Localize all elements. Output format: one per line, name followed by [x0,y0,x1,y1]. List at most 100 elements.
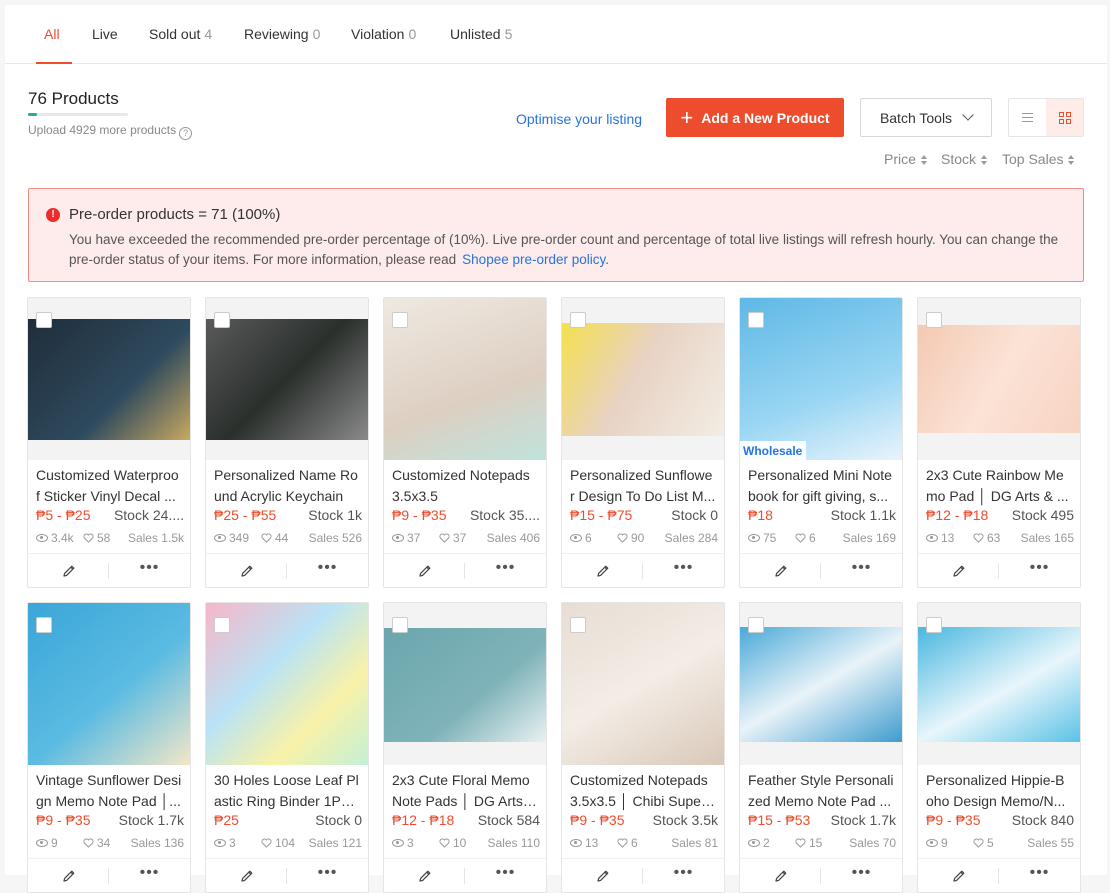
edit-button[interactable] [740,554,821,587]
edit-button[interactable] [918,554,999,587]
product-image[interactable] [384,603,546,765]
sort-price[interactable]: Price [884,151,928,167]
select-checkbox[interactable] [36,617,52,633]
product-card[interactable]: Vintage Sunflower Desi gn Memo Note Pad … [27,602,191,893]
product-image[interactable] [562,298,724,460]
heart-icon [439,838,450,848]
edit-button[interactable] [740,859,821,892]
product-card[interactable]: Wholesale Personalized Mini Note book fo… [739,297,903,588]
more-options-button[interactable]: ••• [999,859,1080,892]
edit-button[interactable] [562,554,643,587]
edit-button[interactable] [28,859,109,892]
edit-button[interactable] [206,554,287,587]
edit-button[interactable] [384,859,465,892]
more-options-button[interactable]: ••• [643,554,724,587]
more-options-button[interactable]: ••• [821,859,902,892]
list-icon [1022,110,1033,125]
card-actions: ••• [206,553,368,587]
select-checkbox[interactable] [36,312,52,328]
more-options-button[interactable]: ••• [287,554,368,587]
product-card[interactable]: Feather Style Personali zed Memo Note Pa… [739,602,903,893]
product-card[interactable]: Personalized Sunflowe r Design To Do Lis… [561,297,725,588]
eye-icon [36,534,48,542]
product-stock: Stock 1.7k [830,812,896,828]
more-options-button[interactable]: ••• [643,859,724,892]
tab-violation[interactable]: Violation 0 [351,5,416,63]
select-checkbox[interactable] [748,617,764,633]
tab-sold-out[interactable]: Sold out 4 [149,5,212,63]
product-image[interactable] [562,603,724,765]
grid-view-button[interactable] [1046,99,1083,136]
product-image[interactable] [28,603,190,765]
product-card[interactable]: Customized Notepads 3.5x3.5 ₱9 - ₱35 Sto… [383,297,547,588]
stats-row: 9 34 Sales 136 [36,836,184,852]
product-image[interactable] [384,298,546,460]
eye-icon [748,534,760,542]
select-checkbox[interactable] [926,617,942,633]
tab-reviewing[interactable]: Reviewing 0 [244,5,320,63]
tab-live[interactable]: Live [92,5,122,63]
likes-stat: 34 [83,836,110,850]
product-count-title: 76 Products [28,89,119,108]
select-checkbox[interactable] [748,312,764,328]
product-title[interactable]: Personalized Hippie-B oho Design Memo/N.… [926,770,1072,812]
list-view-button[interactable] [1009,99,1046,136]
add-new-product-button[interactable]: + Add a New Product [666,98,844,137]
product-card[interactable]: Personalized Name Ro und Acrylic Keychai… [205,297,369,588]
more-options-button[interactable]: ••• [465,554,546,587]
product-title[interactable]: Vintage Sunflower Desi gn Memo Note Pad … [36,770,182,812]
select-checkbox[interactable] [214,312,230,328]
tab-unlisted[interactable]: Unlisted 5 [450,5,512,63]
product-card[interactable]: 30 Holes Loose Leaf Pl astic Ring Binder… [205,602,369,893]
edit-button[interactable] [206,859,287,892]
batch-tools-dropdown[interactable]: Batch Tools [860,98,992,137]
edit-button[interactable] [562,859,643,892]
product-title[interactable]: 2x3 Cute Floral Memo Note Pads │ DG Arts… [392,770,538,812]
product-card[interactable]: Personalized Hippie-B oho Design Memo/N.… [917,602,1081,893]
more-options-button[interactable]: ••• [109,859,190,892]
edit-button[interactable] [918,859,999,892]
product-image[interactable] [918,298,1080,460]
product-image[interactable] [206,298,368,460]
product-card[interactable]: 2x3 Cute Rainbow Me mo Pad │ DG Arts & .… [917,297,1081,588]
more-options-button[interactable]: ••• [465,859,546,892]
product-title[interactable]: Customized Notepads 3.5x3.5 │ Chibi Supe… [570,770,716,812]
edit-button[interactable] [384,554,465,587]
preorder-policy-link[interactable]: Shopee pre-order policy [462,252,605,267]
product-card[interactable]: Customized Waterproo f Sticker Vinyl Dec… [27,297,191,588]
product-title[interactable]: Personalized Name Ro und Acrylic Keychai… [214,465,360,507]
product-title[interactable]: Customized Notepads 3.5x3.5 [392,465,538,507]
product-image[interactable]: Wholesale [740,298,902,460]
more-options-button[interactable]: ••• [999,554,1080,587]
product-title[interactable]: Feather Style Personali zed Memo Note Pa… [748,770,894,812]
product-image[interactable] [28,298,190,460]
product-card[interactable]: 2x3 Cute Floral Memo Note Pads │ DG Arts… [383,602,547,893]
sort-stock[interactable]: Stock [941,151,988,167]
product-card[interactable]: Customized Notepads 3.5x3.5 │ Chibi Supe… [561,602,725,893]
select-checkbox[interactable] [392,617,408,633]
product-title[interactable]: 30 Holes Loose Leaf Pl astic Ring Binder… [214,770,360,812]
select-checkbox[interactable] [926,312,942,328]
help-icon[interactable]: ? [179,127,193,140]
more-options-button[interactable]: ••• [287,859,368,892]
product-title-line1: Personalized Mini Note [748,467,892,483]
tab-all[interactable]: All [36,5,71,64]
select-checkbox[interactable] [214,617,230,633]
product-title[interactable]: 2x3 Cute Rainbow Me mo Pad │ DG Arts & .… [926,465,1072,507]
product-title[interactable]: Customized Waterproo f Sticker Vinyl Dec… [36,465,182,507]
product-title[interactable]: Personalized Sunflowe r Design To Do Lis… [570,465,716,507]
views-stat: 6 [570,531,592,545]
product-image[interactable] [740,603,902,765]
more-options-button[interactable]: ••• [109,554,190,587]
select-checkbox[interactable] [570,312,586,328]
select-checkbox[interactable] [570,617,586,633]
sort-top-sales[interactable]: Top Sales [1002,151,1075,167]
more-options-button[interactable]: ••• [821,554,902,587]
product-image[interactable] [918,603,1080,765]
select-checkbox[interactable] [392,312,408,328]
product-title[interactable]: Personalized Mini Note book for gift giv… [748,465,894,507]
product-image[interactable] [206,603,368,765]
product-title-line1: 2x3 Cute Rainbow Me [926,467,1064,483]
edit-button[interactable] [28,554,109,587]
optimise-listing-link[interactable]: Optimise your listing [516,111,642,127]
